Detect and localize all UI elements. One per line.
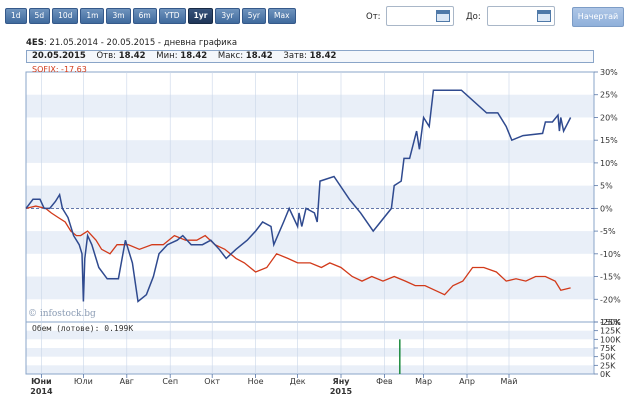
volume-tick-label: 25K bbox=[600, 361, 616, 370]
x-tick-label: Ное bbox=[248, 377, 264, 386]
y-tick-label: -15% bbox=[600, 273, 621, 282]
volume-tick-label: 0K bbox=[600, 370, 611, 379]
volume-legend: Обем (лотове): 0.199K bbox=[32, 323, 133, 333]
y-tick-label: -5% bbox=[600, 227, 616, 236]
price-chart: 30%25%20%15%10%5%0%-5%-10%-15%-20%-25% 1… bbox=[25, 65, 621, 396]
watermark: © infostock.bg bbox=[28, 309, 96, 319]
x-tick-label: Окт bbox=[204, 377, 220, 386]
y-axis-ticks: 30%25%20%15%10%5%0%-5%-10%-15%-20%-25% bbox=[594, 68, 621, 327]
x-tick-label: Дек bbox=[290, 377, 306, 386]
volume-tick-label: 75K bbox=[600, 344, 616, 353]
y-tick-label: 5% bbox=[600, 182, 613, 191]
y-tick-label: 10% bbox=[600, 159, 618, 168]
x-tick-label: Май bbox=[500, 377, 517, 386]
x-tick-label: Авг bbox=[120, 377, 134, 386]
volume-bar bbox=[399, 339, 401, 374]
x-tick-label: Сеп bbox=[162, 377, 178, 386]
volume-tick-label: 100K bbox=[600, 335, 621, 344]
y-tick-label: 15% bbox=[600, 136, 618, 145]
x-tick-label: Яну bbox=[333, 377, 351, 386]
x-tick-label: Апр bbox=[459, 377, 475, 386]
y-tick-label: 30% bbox=[600, 68, 618, 77]
volume-tick-label: 125K bbox=[600, 327, 621, 336]
volume-axis-ticks: 150K125K100K75K50K25K0K bbox=[594, 318, 621, 379]
y-tick-label: -10% bbox=[600, 250, 621, 259]
x-tick-label: Мар bbox=[415, 377, 432, 386]
sofix-legend: SOFIX: -17.63 bbox=[32, 65, 87, 74]
x-year-label: 2015 bbox=[330, 387, 353, 396]
x-year-label: 2014 bbox=[30, 387, 53, 396]
y-tick-label: 20% bbox=[600, 113, 618, 122]
x-tick-label: Фев bbox=[376, 377, 393, 386]
y-tick-label: 0% bbox=[600, 204, 613, 213]
x-axis-ticks: Юни Юли Авг Сеп Окт Ное Дек Яну Фев Мар Апр Май 2014… bbox=[30, 374, 518, 396]
y-tick-label: 25% bbox=[600, 91, 618, 100]
volume-bars bbox=[399, 339, 401, 374]
volume-tick-label: 150K bbox=[600, 318, 621, 327]
volume-tick-label: 50K bbox=[600, 353, 616, 362]
x-tick-label: Юли bbox=[74, 377, 93, 386]
y-tick-label: -20% bbox=[600, 295, 621, 304]
x-tick-label: Юни bbox=[31, 377, 52, 386]
